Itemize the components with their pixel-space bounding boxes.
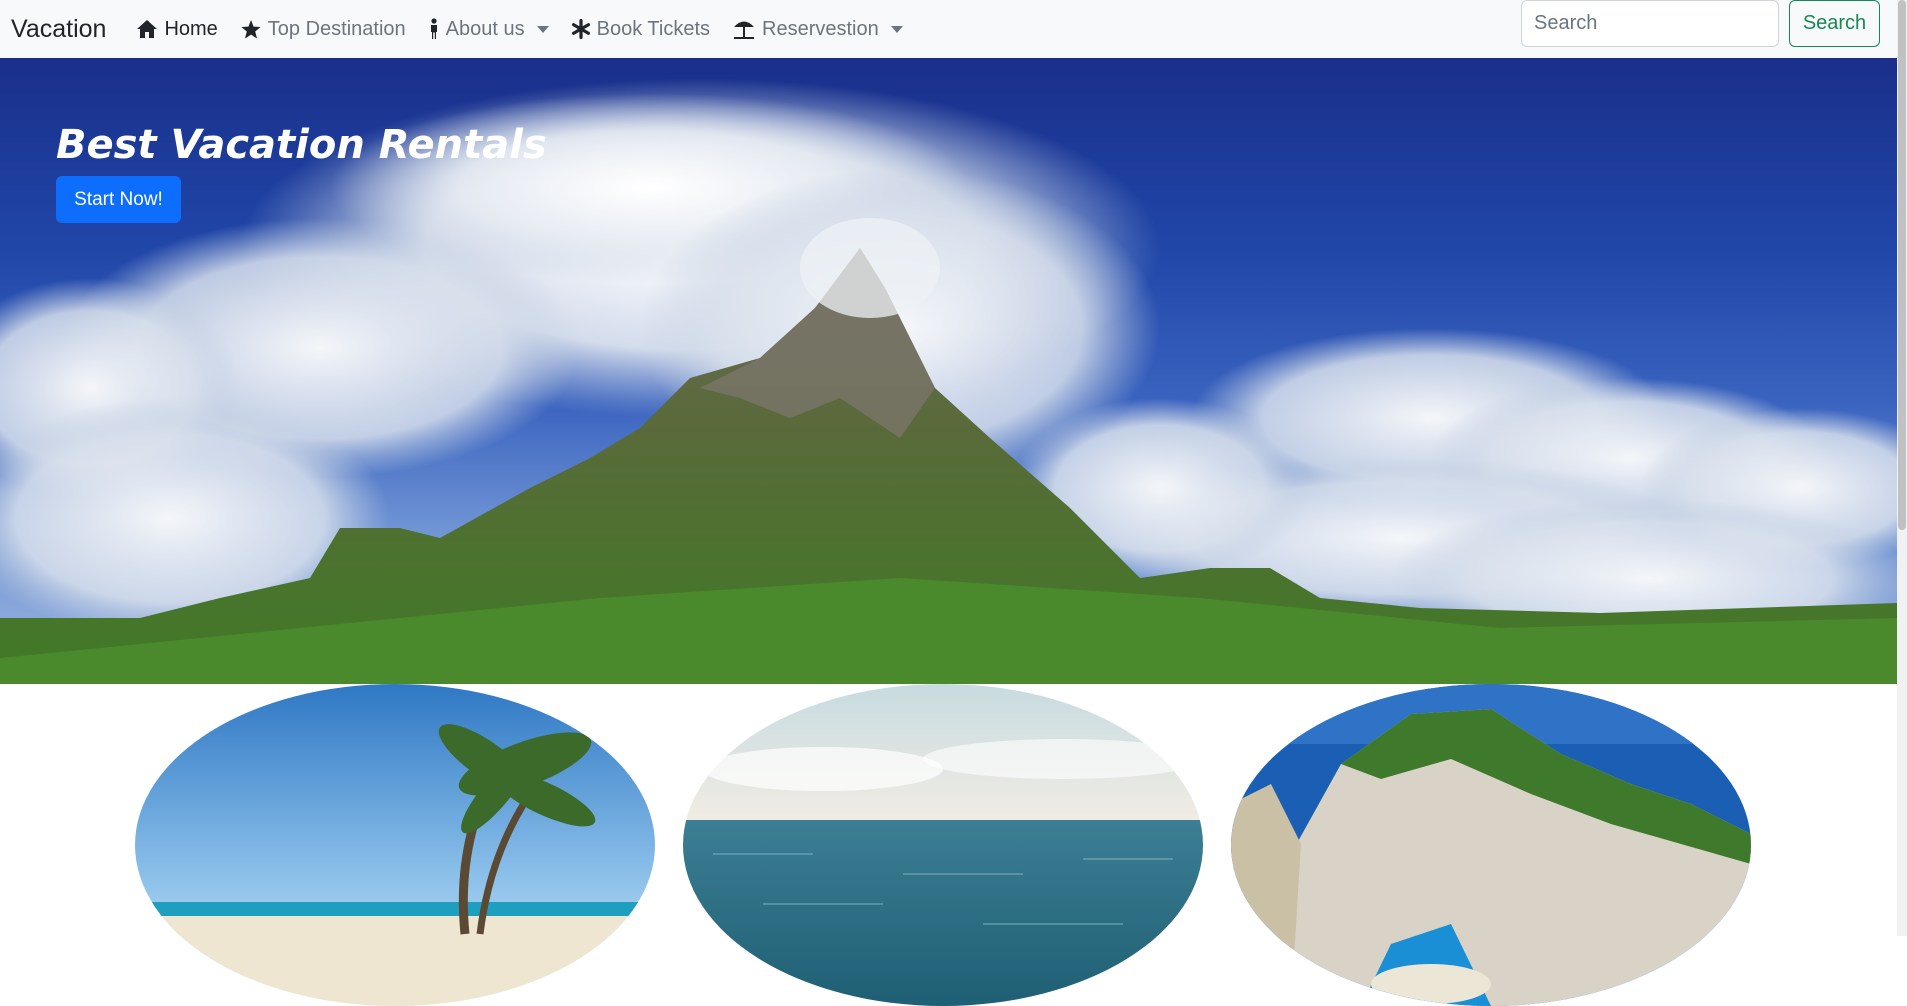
nav-about-us-label: About us — [445, 17, 525, 40]
nav-home[interactable]: Home — [136, 17, 218, 41]
nav-book-tickets[interactable]: Book Tickets — [571, 18, 710, 41]
ocean-horizon-image — [683, 684, 1203, 1006]
chevron-down-icon — [890, 25, 903, 33]
navbar: Vacation Home Top Destination About us B… — [0, 0, 1907, 58]
nav-book-tickets-label: Book Tickets — [596, 17, 711, 40]
asterisk-icon — [571, 19, 590, 39]
gallery — [0, 684, 1897, 1006]
star-icon — [241, 19, 261, 38]
gallery-image-cliff-cove[interactable] — [1231, 684, 1751, 1006]
start-now-button[interactable]: Start Now! — [56, 176, 181, 223]
gallery-image-ocean-horizon[interactable] — [683, 684, 1203, 1006]
hero-title: Best Vacation Rentals — [56, 122, 547, 168]
search-button[interactable]: Search — [1789, 0, 1880, 47]
nav-about-us[interactable]: About us — [428, 18, 549, 41]
nav-home-label: Home — [164, 17, 218, 40]
home-icon — [137, 20, 158, 38]
gallery-image-palm-beach[interactable] — [135, 684, 655, 1006]
cliff-cove-image — [1231, 684, 1751, 1006]
nav-top-destination-label: Top Destination — [267, 17, 406, 40]
brand[interactable]: Vacation — [11, 15, 106, 44]
nav-reservestion[interactable]: Reservestion — [732, 18, 903, 41]
chevron-down-icon — [536, 25, 549, 33]
palm-beach-image — [135, 684, 655, 1006]
scrollbar-thumb[interactable] — [1898, 0, 1906, 530]
person-icon — [430, 18, 437, 39]
umbrella-icon — [734, 21, 755, 39]
nav-top-destination[interactable]: Top Destination — [240, 18, 406, 41]
hero-banner: Best Vacation Rentals Start Now! — [0, 58, 1897, 684]
nav-reservestion-label: Reservestion — [762, 17, 879, 40]
search-input[interactable] — [1521, 0, 1779, 47]
